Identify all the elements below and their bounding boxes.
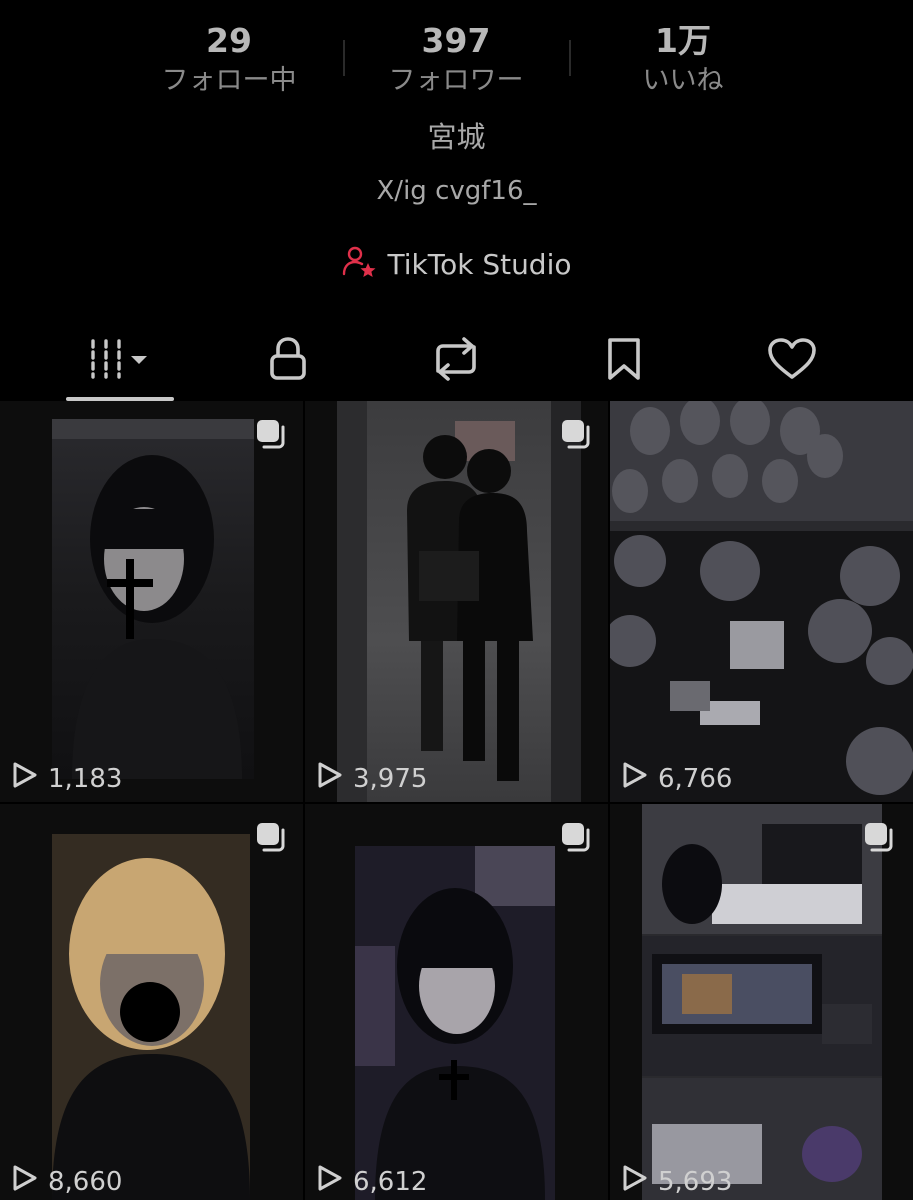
profile-stats: 29 フォロー中 397 フォロワー 1万 いいね xyxy=(0,18,913,108)
tab-videos[interactable] xyxy=(50,326,190,396)
view-count-text: 8,660 xyxy=(48,1166,123,1197)
following-label: フォロー中 xyxy=(161,65,297,96)
profile-tabs xyxy=(0,326,913,402)
play-icon xyxy=(317,1164,343,1199)
studio-label: TikTok Studio xyxy=(387,247,572,281)
profile-bio: X/ig cvgf16_ xyxy=(376,176,537,206)
view-count: 6,612 xyxy=(317,1164,427,1199)
view-count-text: 1,183 xyxy=(48,763,123,794)
video-preview-image xyxy=(642,804,882,1200)
play-icon xyxy=(622,761,648,796)
multi-photo-icon xyxy=(864,822,896,854)
video-preview-image xyxy=(355,846,555,1200)
stat-divider xyxy=(343,40,345,76)
followers-stat[interactable]: 397 フォロワー xyxy=(356,18,556,98)
multi-photo-icon xyxy=(561,419,593,451)
video-thumbnail[interactable]: 3,975 xyxy=(305,401,608,802)
profile-location: 宮城 xyxy=(427,120,486,154)
view-count-text: 5,693 xyxy=(658,1166,733,1197)
bookmark-icon xyxy=(604,336,644,386)
video-grid: 1,183 3,975 6,766 8,660 6,612 5,693 xyxy=(0,401,913,1200)
view-count: 3,975 xyxy=(317,761,427,796)
creator-star-icon xyxy=(341,244,377,284)
view-count: 5,693 xyxy=(622,1164,732,1199)
likes-count: 1万 xyxy=(655,21,711,60)
video-preview-image xyxy=(52,834,250,1200)
tab-liked[interactable] xyxy=(722,326,862,396)
video-thumbnail[interactable]: 6,612 xyxy=(305,804,608,1200)
video-thumbnail[interactable]: 5,693 xyxy=(610,804,913,1200)
view-count: 8,660 xyxy=(12,1164,122,1199)
video-thumbnail[interactable]: 1,183 xyxy=(0,401,303,802)
lock-icon xyxy=(267,336,309,386)
view-count: 6,766 xyxy=(622,761,732,796)
following-stat[interactable]: 29 フォロー中 xyxy=(129,18,329,98)
play-icon xyxy=(12,761,38,796)
play-icon xyxy=(622,1164,648,1199)
video-preview-image xyxy=(337,401,581,802)
play-icon xyxy=(317,761,343,796)
likes-label: いいね xyxy=(642,65,724,96)
view-count: 1,183 xyxy=(12,761,122,796)
multi-photo-icon xyxy=(561,822,593,854)
view-count-text: 6,766 xyxy=(658,763,733,794)
tab-reposts[interactable] xyxy=(386,326,526,396)
tab-private[interactable] xyxy=(218,326,358,396)
video-preview-image xyxy=(52,419,254,779)
following-count: 29 xyxy=(206,21,252,60)
view-count-text: 6,612 xyxy=(353,1166,428,1197)
followers-label: フォロワー xyxy=(388,65,524,96)
followers-count: 397 xyxy=(421,21,491,60)
tab-saved[interactable] xyxy=(554,326,694,396)
multi-photo-icon xyxy=(256,822,288,854)
video-preview-image xyxy=(610,401,913,802)
stat-divider xyxy=(569,40,571,76)
tiktok-studio-button[interactable]: TikTok Studio xyxy=(0,244,913,288)
grid-icon xyxy=(85,337,155,385)
view-count-text: 3,975 xyxy=(353,763,428,794)
multi-photo-icon xyxy=(256,419,288,451)
likes-stat[interactable]: 1万 いいね xyxy=(583,18,783,98)
heart-icon xyxy=(767,337,817,385)
play-icon xyxy=(12,1164,38,1199)
repost-icon xyxy=(430,337,482,385)
video-thumbnail[interactable]: 8,660 xyxy=(0,804,303,1200)
video-thumbnail[interactable]: 6,766 xyxy=(610,401,913,802)
